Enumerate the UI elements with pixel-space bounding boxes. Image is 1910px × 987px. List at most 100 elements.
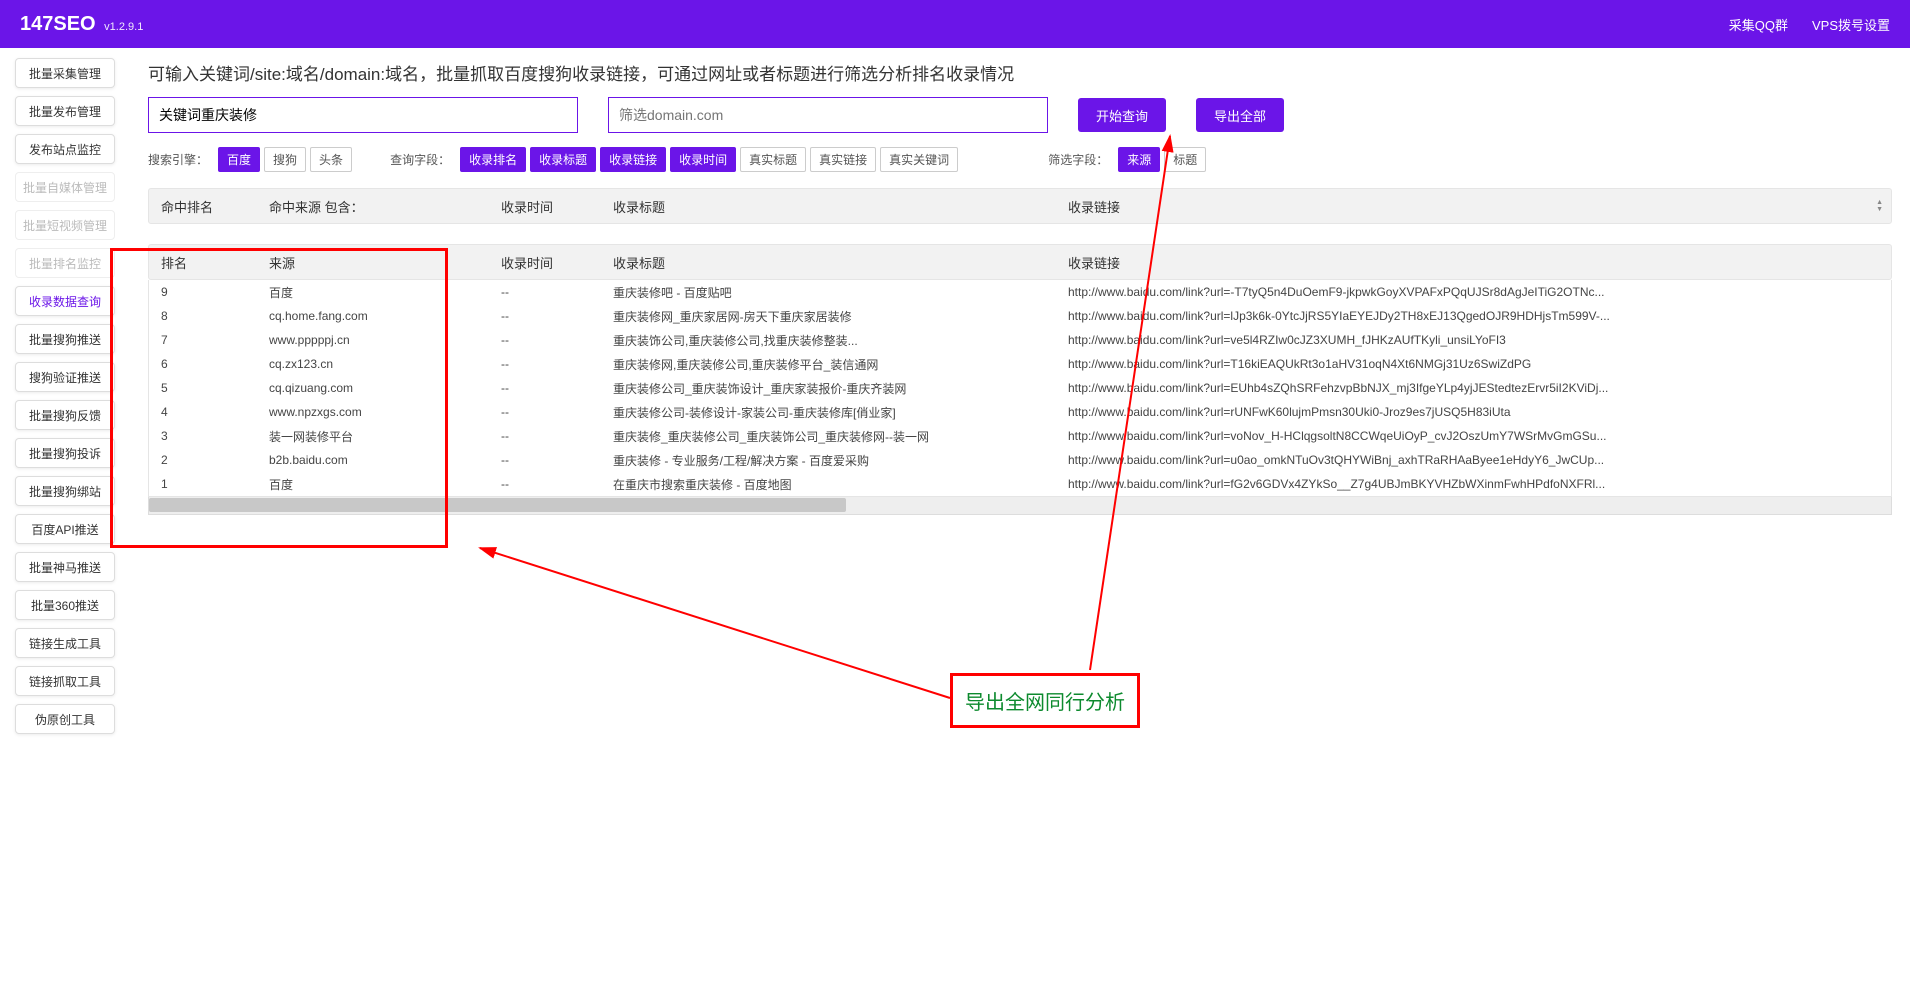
- sidebar-item-4[interactable]: 批量短视频管理: [15, 210, 115, 240]
- sidebar-item-6[interactable]: 收录数据查询: [15, 286, 115, 316]
- spinner-icon[interactable]: ▲▼: [1876, 199, 1883, 213]
- table-row[interactable]: 3装一网装修平台--重庆装修_重庆装修公司_重庆装饰公司_重庆装修网--装一网h…: [149, 424, 1891, 448]
- table-body: 9百度--重庆装修吧 - 百度贴吧http://www.baidu.com/li…: [148, 280, 1892, 497]
- engine-tag-0[interactable]: 百度: [218, 147, 260, 172]
- col-source: 来源: [265, 253, 497, 272]
- table-row[interactable]: 2b2b.baidu.com--重庆装修 - 专业服务/工程/解决方案 - 百度…: [149, 448, 1891, 472]
- cell-rank: 1: [157, 477, 265, 491]
- field-tag-3[interactable]: 收录时间: [670, 147, 736, 172]
- query-button[interactable]: 开始查询: [1078, 98, 1166, 132]
- sidebar-item-8[interactable]: 搜狗验证推送: [15, 362, 115, 392]
- table-row[interactable]: 7www.pppppj.cn--重庆装饰公司,重庆装修公司,找重庆装修整装...…: [149, 328, 1891, 352]
- main-panel: 可输入关键词/site:域名/domain:域名，批量抓取百度搜狗收录链接，可通…: [130, 48, 1910, 744]
- cell-title: 重庆装饰公司,重庆装修公司,找重庆装修整装...: [609, 332, 1064, 349]
- search-row: 开始查询 导出全部: [148, 97, 1892, 133]
- hit-col-link: 收录链接: [1064, 197, 1883, 216]
- table-row[interactable]: 6cq.zx123.cn--重庆装修网,重庆装修公司,重庆装修平台_装信通网ht…: [149, 352, 1891, 376]
- cell-rank: 6: [157, 357, 265, 371]
- cell-link: http://www.baidu.com/link?url=fG2v6GDVx4…: [1064, 477, 1883, 491]
- sidebar-item-5[interactable]: 批量排名监控: [15, 248, 115, 278]
- cell-link: http://www.baidu.com/link?url=lJp3k6k-0Y…: [1064, 309, 1883, 323]
- description: 可输入关键词/site:域名/domain:域名，批量抓取百度搜狗收录链接，可通…: [148, 60, 1892, 85]
- sidebar-item-2[interactable]: 发布站点监控: [15, 134, 115, 164]
- cell-link: http://www.baidu.com/link?url=voNov_H-HC…: [1064, 429, 1883, 443]
- sidebar-item-10[interactable]: 批量搜狗投诉: [15, 438, 115, 468]
- hit-col-time: 收录时间: [497, 197, 609, 216]
- table-row[interactable]: 8cq.home.fang.com--重庆装修网_重庆家居网-房天下重庆家居装修…: [149, 304, 1891, 328]
- sidebar-item-12[interactable]: 百度API推送: [15, 514, 115, 544]
- cell-link: http://www.baidu.com/link?url=ve5l4RZIw0…: [1064, 333, 1883, 347]
- sidebar-item-3[interactable]: 批量自媒体管理: [15, 172, 115, 202]
- field-label: 查询字段：: [390, 151, 450, 168]
- col-rank: 排名: [157, 253, 265, 272]
- cell-rank: 9: [157, 285, 265, 299]
- engine-tag-1[interactable]: 搜狗: [264, 147, 306, 172]
- sidebar-item-7[interactable]: 批量搜狗推送: [15, 324, 115, 354]
- cell-title: 重庆装修_重庆装修公司_重庆装饰公司_重庆装修网--装一网: [609, 428, 1064, 445]
- cell-link: http://www.baidu.com/link?url=EUhb4sZQhS…: [1064, 381, 1883, 395]
- filter-row: 搜索引擎： 百度搜狗头条 查询字段： 收录排名收录标题收录链接收录时间真实标题真…: [148, 147, 1892, 172]
- engine-tag-2[interactable]: 头条: [310, 147, 352, 172]
- cell-time: --: [497, 309, 609, 323]
- cell-time: --: [497, 333, 609, 347]
- cell-source: www.npzxgs.com: [265, 405, 497, 419]
- sidebar-item-0[interactable]: 批量采集管理: [15, 58, 115, 88]
- cell-link: http://www.baidu.com/link?url=rUNFwK60lu…: [1064, 405, 1883, 419]
- toplink-vps[interactable]: VPS拨号设置: [1812, 15, 1890, 34]
- cell-title: 重庆装修网,重庆装修公司,重庆装修平台_装信通网: [609, 356, 1064, 373]
- cell-title: 重庆装修网_重庆家居网-房天下重庆家居装修: [609, 308, 1064, 325]
- keyword-input[interactable]: [148, 97, 578, 133]
- cell-source: www.pppppj.cn: [265, 333, 497, 347]
- field-tag-4[interactable]: 真实标题: [740, 147, 806, 172]
- field-tag-2[interactable]: 收录链接: [600, 147, 666, 172]
- filterf-tag-1[interactable]: 标题: [1164, 147, 1206, 172]
- cell-title: 在重庆市搜索重庆装修 - 百度地图: [609, 476, 1064, 493]
- cell-time: --: [497, 477, 609, 491]
- horizontal-scrollbar[interactable]: [148, 497, 1892, 515]
- table-row[interactable]: 1百度--在重庆市搜索重庆装修 - 百度地图http://www.baidu.c…: [149, 472, 1891, 496]
- toplink-qq[interactable]: 采集QQ群: [1729, 15, 1788, 34]
- sidebar-item-16[interactable]: 链接抓取工具: [15, 666, 115, 696]
- cell-rank: 5: [157, 381, 265, 395]
- table-header: 排名 来源 收录时间 收录标题 收录链接: [148, 244, 1892, 280]
- hit-header: 命中排名 命中来源 包含： 收录时间 收录标题 收录链接 ▲▼: [148, 188, 1892, 224]
- sidebar-item-17[interactable]: 伪原创工具: [15, 704, 115, 734]
- hit-col-title: 收录标题: [609, 197, 1064, 216]
- cell-source: cq.zx123.cn: [265, 357, 497, 371]
- cell-source: cq.home.fang.com: [265, 309, 497, 323]
- cell-source: 百度: [265, 284, 497, 301]
- filter-input[interactable]: [608, 97, 1048, 133]
- cell-time: --: [497, 405, 609, 419]
- cell-time: --: [497, 453, 609, 467]
- table-row[interactable]: 9百度--重庆装修吧 - 百度贴吧http://www.baidu.com/li…: [149, 280, 1891, 304]
- engine-label: 搜索引擎：: [148, 151, 208, 168]
- cell-rank: 4: [157, 405, 265, 419]
- annotation-text: 导出全网同行分析: [965, 686, 1125, 715]
- sidebar: 批量采集管理批量发布管理发布站点监控批量自媒体管理批量短视频管理批量排名监控收录…: [0, 48, 130, 744]
- field-tag-6[interactable]: 真实关键词: [880, 147, 958, 172]
- cell-title: 重庆装修吧 - 百度贴吧: [609, 284, 1064, 301]
- sidebar-item-1[interactable]: 批量发布管理: [15, 96, 115, 126]
- field-tag-5[interactable]: 真实链接: [810, 147, 876, 172]
- table-row[interactable]: 5cq.qizuang.com--重庆装修公司_重庆装饰设计_重庆家装报价-重庆…: [149, 376, 1891, 400]
- table-row[interactable]: 4www.npzxgs.com--重庆装修公司-装修设计-家装公司-重庆装修库[…: [149, 400, 1891, 424]
- sidebar-item-9[interactable]: 批量搜狗反馈: [15, 400, 115, 430]
- col-link: 收录链接: [1064, 253, 1883, 272]
- cell-time: --: [497, 381, 609, 395]
- field-tag-0[interactable]: 收录排名: [460, 147, 526, 172]
- topbar: 147SEO v1.2.9.1 采集QQ群 VPS拨号设置: [0, 0, 1910, 48]
- sidebar-item-14[interactable]: 批量360推送: [15, 590, 115, 620]
- sidebar-item-13[interactable]: 批量神马推送: [15, 552, 115, 582]
- filter-field-label: 筛选字段：: [1048, 151, 1108, 168]
- sidebar-item-11[interactable]: 批量搜狗绑站: [15, 476, 115, 506]
- export-button[interactable]: 导出全部: [1196, 98, 1284, 132]
- field-tag-1[interactable]: 收录标题: [530, 147, 596, 172]
- brand-ver: v1.2.9.1: [104, 21, 143, 33]
- cell-title: 重庆装修公司-装修设计-家装公司-重庆装修库[俏业家]: [609, 404, 1064, 421]
- cell-source: 装一网装修平台: [265, 428, 497, 445]
- cell-source: b2b.baidu.com: [265, 453, 497, 467]
- sidebar-item-15[interactable]: 链接生成工具: [15, 628, 115, 658]
- filterf-tag-0[interactable]: 来源: [1118, 147, 1160, 172]
- cell-source: 百度: [265, 476, 497, 493]
- cell-rank: 7: [157, 333, 265, 347]
